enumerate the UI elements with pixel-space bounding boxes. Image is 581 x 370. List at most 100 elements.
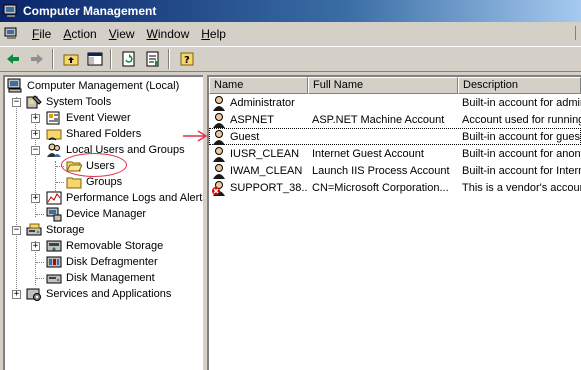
tree-label: Services and Applications <box>46 288 172 300</box>
refresh-button[interactable] <box>118 48 140 70</box>
user-description: Built-in account for anonymous <box>462 147 581 160</box>
menu-view[interactable]: View <box>103 27 141 41</box>
menu-action[interactable]: Action <box>57 27 102 41</box>
table-row-focused[interactable]: Guest Built-in account for guest <box>209 128 581 145</box>
collapse-toggle[interactable]: − <box>12 226 21 235</box>
menu-bar: File Action View Window Help <box>0 24 581 44</box>
toolbar-separator <box>52 49 54 69</box>
tree-item-performance-logs[interactable]: Performance Logs and Alerts <box>46 190 203 206</box>
tree-item-groups[interactable]: Groups <box>66 174 123 190</box>
user-full-name: ASP.NET Machine Account <box>312 113 445 126</box>
user-icon <box>211 112 227 128</box>
help-book-icon: ? <box>180 52 194 66</box>
tree-label: Device Manager <box>66 208 147 220</box>
user-name: ASPNET <box>230 113 275 126</box>
expand-toggle[interactable]: + <box>31 242 40 251</box>
title-bar: Computer Management <box>0 0 581 22</box>
user-icon <box>211 163 227 179</box>
help-button[interactable]: ? <box>176 48 198 70</box>
forward-button[interactable] <box>26 48 48 70</box>
user-description: Built-in account for administering <box>462 96 581 109</box>
device-manager-icon <box>46 206 62 222</box>
collapse-toggle[interactable]: − <box>31 146 40 155</box>
toolbar: ? <box>0 46 581 72</box>
tree-label: Groups <box>86 176 123 188</box>
tree-label: System Tools <box>46 96 112 108</box>
event-viewer-icon <box>46 110 62 126</box>
column-header-description[interactable]: Description <box>458 77 581 94</box>
disabled-user-icon <box>211 180 227 196</box>
list-header: Name Full Name Description <box>209 77 581 94</box>
user-name: Administrator <box>230 96 295 109</box>
back-button[interactable] <box>2 48 24 70</box>
performance-logs-icon <box>46 190 62 206</box>
user-name: IUSR_CLEAN <box>230 147 300 160</box>
user-full-name: CN=Microsoft Corporation... <box>312 181 449 194</box>
expand-toggle[interactable]: + <box>31 130 40 139</box>
menu-restore-edge <box>575 26 581 40</box>
tree-item-removable-storage[interactable]: Removable Storage <box>46 238 164 254</box>
storage-icon <box>26 222 42 238</box>
tree-item-system-tools[interactable]: System Tools <box>26 94 112 110</box>
computer-management-icon <box>3 3 19 19</box>
console-tree: Computer Management (Local) − System Too… <box>3 75 203 370</box>
tree-item-services-and-applications[interactable]: Services and Applications <box>26 286 172 302</box>
tree-label: Disk Management <box>66 272 155 284</box>
back-arrow-icon <box>7 54 19 64</box>
disk-defragmenter-icon <box>46 254 62 270</box>
tree-item-storage[interactable]: Storage <box>26 222 86 238</box>
table-row[interactable]: Administrator Built-in account for admin… <box>209 94 581 111</box>
forward-arrow-icon <box>31 54 43 64</box>
folder-up-icon <box>63 54 79 66</box>
table-row[interactable]: ASPNET ASP.NET Machine Account Account u… <box>209 111 581 128</box>
expand-toggle[interactable]: + <box>31 194 40 203</box>
user-name: Guest <box>230 130 260 143</box>
tree-label: Storage <box>46 224 85 236</box>
column-header-name[interactable]: Name <box>209 77 308 94</box>
up-one-level-button[interactable] <box>60 48 82 70</box>
svg-text:?: ? <box>184 55 190 66</box>
user-full-name: Internet Guest Account <box>312 147 424 160</box>
folder-icon <box>66 174 82 190</box>
export-list-button[interactable] <box>142 48 164 70</box>
show-hide-tree-button[interactable] <box>84 48 106 70</box>
tree-item-event-viewer[interactable]: Event Viewer <box>46 110 132 126</box>
console-tree-icon <box>87 52 103 66</box>
expand-toggle[interactable]: + <box>12 290 21 299</box>
window-title: Computer Management <box>23 4 157 18</box>
table-row[interactable]: IUSR_CLEAN Internet Guest Account Built-… <box>209 145 581 162</box>
tree-item-computer-management[interactable]: Computer Management (Local) <box>7 78 180 94</box>
tree-line <box>56 182 64 183</box>
tree-item-device-manager[interactable]: Device Manager <box>46 206 147 222</box>
tree-label: Performance Logs and Alerts <box>66 192 203 204</box>
user-icon <box>211 146 227 162</box>
tree-label: Event Viewer <box>66 112 131 124</box>
tree-item-disk-management[interactable]: Disk Management <box>46 270 156 286</box>
menu-help[interactable]: Help <box>195 27 232 41</box>
column-header-full-name[interactable]: Full Name <box>308 77 458 94</box>
tree-label: Shared Folders <box>66 128 142 140</box>
users-group-icon <box>46 142 62 158</box>
user-description: This is a vendor's account <box>462 181 581 194</box>
tree-line <box>16 97 17 297</box>
arrow-annotation-icon <box>183 130 208 142</box>
tree-item-disk-defragmenter[interactable]: Disk Defragmenter <box>46 254 159 270</box>
toolbar-separator <box>110 49 112 69</box>
menu-file[interactable]: File <box>26 27 57 41</box>
table-row[interactable]: IWAM_CLEAN Launch IIS Process Account Bu… <box>209 162 581 179</box>
tree-item-shared-folders[interactable]: Shared Folders <box>46 126 142 142</box>
disk-management-icon <box>46 270 62 286</box>
collapse-toggle[interactable]: − <box>12 98 21 107</box>
system-menu-icon[interactable] <box>4 27 20 41</box>
refresh-icon <box>122 51 135 67</box>
table-row[interactable]: SUPPORT_38... CN=Microsoft Corporation..… <box>209 179 581 196</box>
users-list-view: Name Full Name Description Administrator… <box>207 75 581 370</box>
menu-window[interactable]: Window <box>141 27 196 41</box>
expand-toggle[interactable]: + <box>31 114 40 123</box>
user-description: Built-in account for Internet <box>462 164 581 177</box>
user-icon <box>211 95 227 111</box>
user-icon <box>211 129 227 145</box>
removable-storage-icon <box>46 238 62 254</box>
user-description: Account used for running <box>462 113 581 126</box>
export-list-icon <box>146 51 159 67</box>
